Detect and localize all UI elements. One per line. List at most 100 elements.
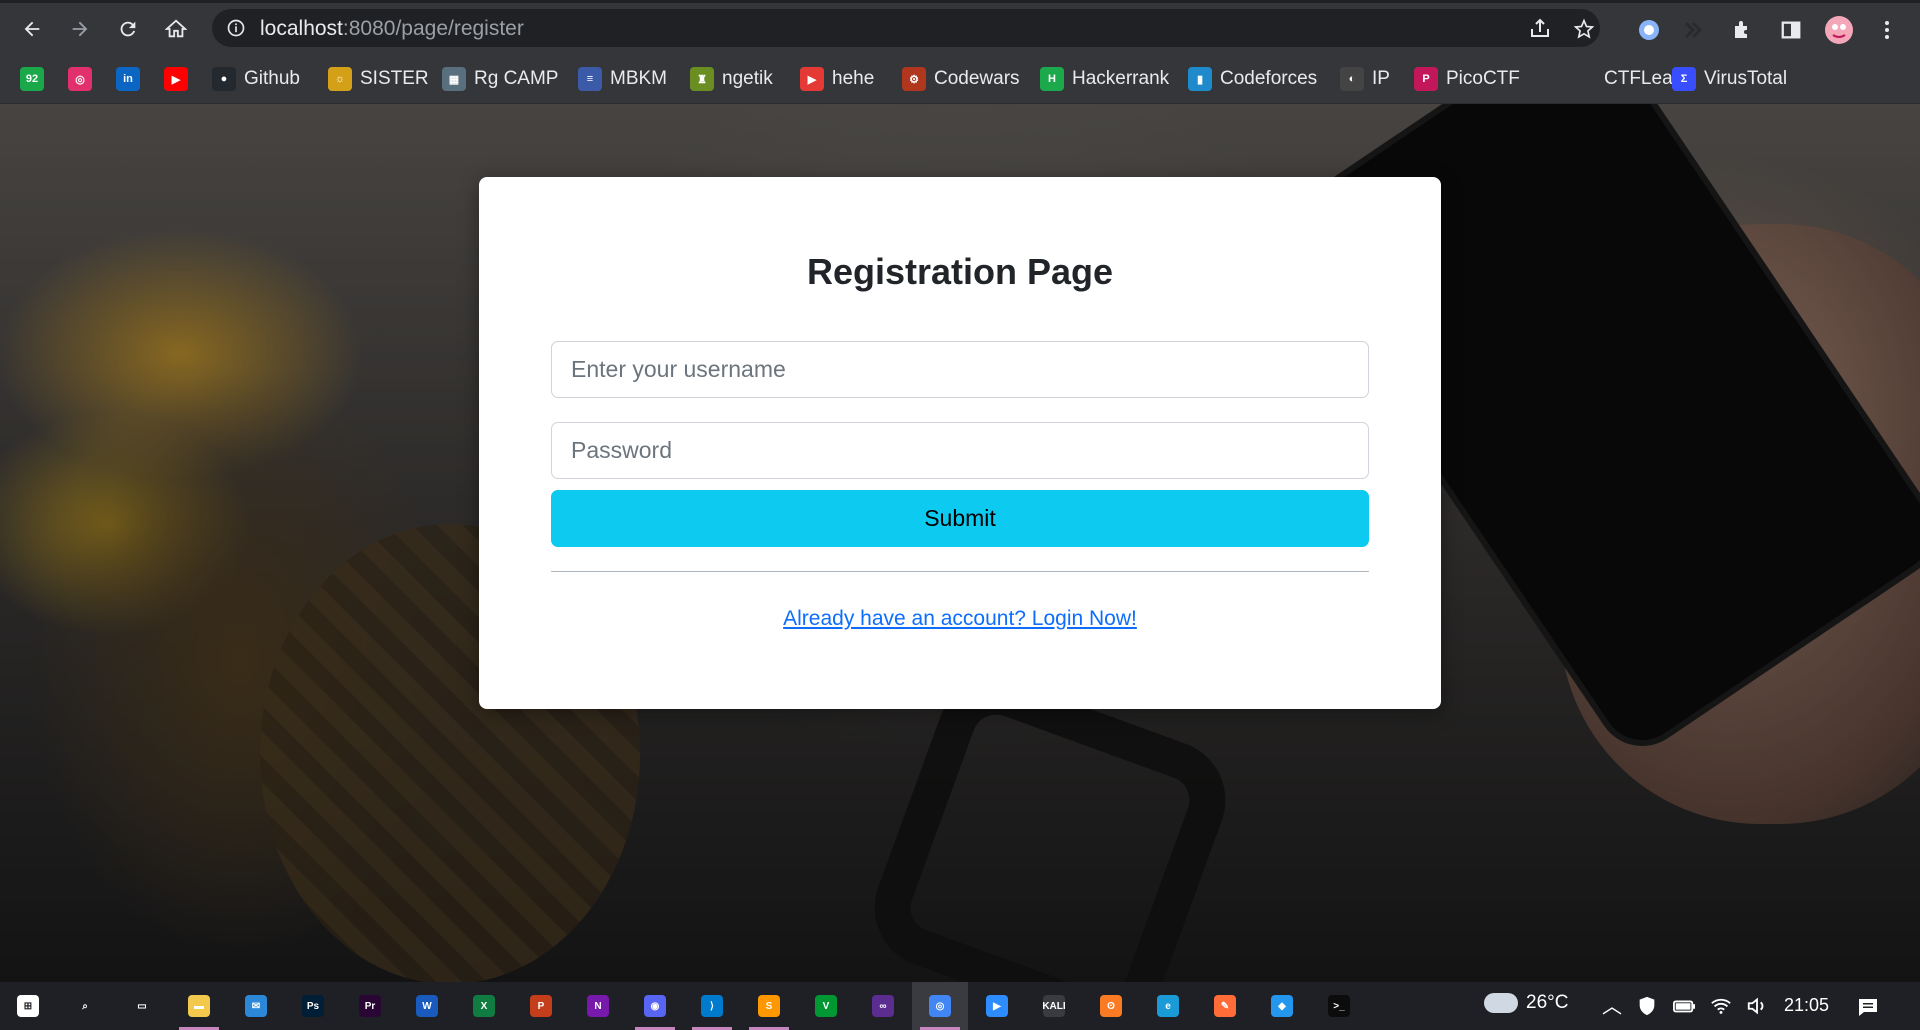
bookmark-hackerrank[interactable]: H Hackerrank bbox=[1040, 65, 1169, 93]
arrow-right-icon bbox=[72, 21, 88, 37]
taskbar-chrome[interactable]: ◎ bbox=[912, 982, 968, 1030]
vscode-icon: ⟩ bbox=[701, 995, 723, 1017]
bookmark-nineties-badge[interactable]: 92 bbox=[20, 65, 44, 93]
extensions-puzzle-icon[interactable] bbox=[1730, 17, 1756, 43]
weather-widget[interactable]: 26°C bbox=[1484, 992, 1568, 1014]
address-bar[interactable]: localhost:8080/page/register bbox=[212, 9, 1600, 47]
login-link[interactable]: Already have an account? Login Now! bbox=[783, 607, 1137, 630]
battery-icon[interactable] bbox=[1672, 995, 1696, 1023]
home-button[interactable] bbox=[160, 13, 192, 45]
ip-globe-icon: ◐ bbox=[1340, 67, 1364, 91]
onenote-icon: N bbox=[587, 995, 609, 1017]
taskbar-vscode[interactable]: ⟩ bbox=[684, 982, 740, 1030]
taskbar-search[interactable]: ⌕ bbox=[57, 982, 113, 1030]
bookmark-youtube[interactable]: ▶ bbox=[164, 65, 188, 93]
linkedin-icon: in bbox=[116, 67, 140, 91]
taskbar-start[interactable]: ⊞ bbox=[0, 982, 56, 1030]
side-panel-icon[interactable] bbox=[1778, 17, 1804, 43]
taskbar-terminal[interactable]: >_ bbox=[1311, 982, 1367, 1030]
taskbar-mail[interactable]: ✉ bbox=[228, 982, 284, 1030]
reload-button[interactable] bbox=[112, 13, 144, 45]
taskbar-onenote[interactable]: N bbox=[570, 982, 626, 1030]
bookmark-ip[interactable]: ◐ IP bbox=[1340, 65, 1390, 93]
page-viewport: Registration Page Submit Already have an… bbox=[0, 104, 1920, 982]
temperature-text: 26°C bbox=[1526, 992, 1569, 1013]
bookmark-rg-camp[interactable]: ▦ Rg CAMP bbox=[442, 65, 558, 93]
volume-icon[interactable] bbox=[1746, 995, 1768, 1023]
username-input[interactable] bbox=[551, 341, 1369, 398]
taskbar-vim[interactable]: V bbox=[798, 982, 854, 1030]
bookmark-codeforces[interactable]: ▮ Codeforces bbox=[1188, 65, 1317, 93]
sister-icon: ☼ bbox=[328, 67, 352, 91]
taskbar-edge[interactable]: e bbox=[1140, 982, 1196, 1030]
page-title: Registration Page bbox=[806, 251, 1114, 292]
windows-taskbar: 26°C ︿ 21:05 ⊞ ⌕ ▭ ▬ ✉ Ps Pr W X P N ◉ ⟩ S V ∞ ◎ ▶ KALI ʘ e ✎… bbox=[0, 982, 1920, 1030]
bookmark-linkedin[interactable]: in bbox=[116, 65, 140, 93]
bookmark-virustotal[interactable]: Σ VirusTotal bbox=[1672, 65, 1787, 93]
taskbar-visual-studio[interactable]: ∞ bbox=[855, 982, 911, 1030]
discord-icon: ◉ bbox=[644, 995, 666, 1017]
taskbar-kali[interactable]: KALI bbox=[1026, 982, 1082, 1030]
bookmark-star-icon[interactable] bbox=[1574, 17, 1594, 41]
bookmark-codewars[interactable]: ⚙ Codewars bbox=[902, 65, 1020, 93]
bookmark-ngetik[interactable]: ♜ ngetik bbox=[690, 65, 773, 93]
taskbar-discord[interactable]: ◉ bbox=[627, 982, 683, 1030]
taskbar-word[interactable]: W bbox=[399, 982, 455, 1030]
bookmark-hehe[interactable]: ▶ hehe bbox=[800, 65, 874, 93]
bookmark-instagram[interactable]: ◎ bbox=[68, 65, 92, 93]
chrome-icon: ◎ bbox=[929, 995, 951, 1017]
extension-chevrons-icon[interactable] bbox=[1680, 17, 1706, 43]
bookmark-sister[interactable]: ☼ SISTER bbox=[328, 65, 429, 93]
taskbar-sublime[interactable]: S bbox=[741, 982, 797, 1030]
bookmark-label: ngetik bbox=[722, 68, 773, 89]
divider bbox=[551, 571, 1369, 572]
security-shield-icon[interactable] bbox=[1636, 995, 1658, 1023]
share-icon[interactable] bbox=[1528, 17, 1552, 41]
ngetik-icon: ♜ bbox=[690, 67, 714, 91]
photoshop-icon: Ps bbox=[302, 995, 324, 1017]
youtube-icon: ▶ bbox=[164, 67, 188, 91]
menu-kebab-icon[interactable] bbox=[1874, 17, 1900, 43]
bookmark-label: IP bbox=[1372, 68, 1390, 89]
cloud-icon bbox=[1484, 992, 1518, 1013]
taskbar-zoom[interactable]: ▶ bbox=[969, 982, 1025, 1030]
url-host: localhost bbox=[260, 17, 343, 40]
registration-card: Registration Page Submit Already have an… bbox=[479, 177, 1441, 709]
bookmark-picoctf[interactable]: P PicoCTF bbox=[1414, 65, 1520, 93]
search-icon: ⌕ bbox=[74, 995, 96, 1017]
taskbar-powerpoint[interactable]: P bbox=[513, 982, 569, 1030]
virustotal-icon: Σ bbox=[1672, 67, 1696, 91]
reload-icon bbox=[120, 21, 136, 37]
start-icon: ⊞ bbox=[17, 995, 39, 1017]
bookmark-mbkm[interactable]: ≡ MBKM bbox=[578, 65, 667, 93]
sublime-icon: S bbox=[758, 995, 780, 1017]
info-icon bbox=[227, 19, 245, 37]
profile-avatar-icon[interactable] bbox=[1824, 15, 1854, 45]
password-input[interactable] bbox=[551, 422, 1369, 479]
taskbar-postman[interactable]: ✎ bbox=[1197, 982, 1253, 1030]
submit-button[interactable]: Submit bbox=[551, 490, 1369, 547]
show-hidden-icons-chevron-icon[interactable]: ︿ bbox=[1602, 990, 1622, 1019]
taskbar-task-view[interactable]: ▭ bbox=[114, 982, 170, 1030]
notifications-icon[interactable] bbox=[1856, 995, 1880, 1025]
taskbar-xampp[interactable]: ʘ bbox=[1083, 982, 1139, 1030]
bookmark-label: SISTER bbox=[360, 68, 429, 89]
extension-circle-icon[interactable] bbox=[1636, 17, 1662, 43]
bookmark-github[interactable]: ● Github bbox=[212, 65, 300, 93]
wifi-icon[interactable] bbox=[1710, 995, 1732, 1023]
url-text: localhost:8080/page/register bbox=[260, 17, 524, 41]
mail-icon: ✉ bbox=[245, 995, 267, 1017]
codeforces-icon: ▮ bbox=[1188, 67, 1212, 91]
taskbar-docker[interactable]: ◆ bbox=[1254, 982, 1310, 1030]
forward-button[interactable] bbox=[64, 13, 96, 45]
github-icon: ● bbox=[212, 67, 236, 91]
bookmark-label: Codewars bbox=[934, 68, 1020, 89]
taskbar-premiere[interactable]: Pr bbox=[342, 982, 398, 1030]
terminal-icon: >_ bbox=[1328, 995, 1350, 1017]
taskbar-excel[interactable]: X bbox=[456, 982, 512, 1030]
nineties-badge-icon: 92 bbox=[20, 67, 44, 91]
back-button[interactable] bbox=[16, 13, 48, 45]
taskbar-file-explorer[interactable]: ▬ bbox=[171, 982, 227, 1030]
clock-time[interactable]: 21:05 bbox=[1784, 995, 1829, 1016]
taskbar-photoshop[interactable]: Ps bbox=[285, 982, 341, 1030]
